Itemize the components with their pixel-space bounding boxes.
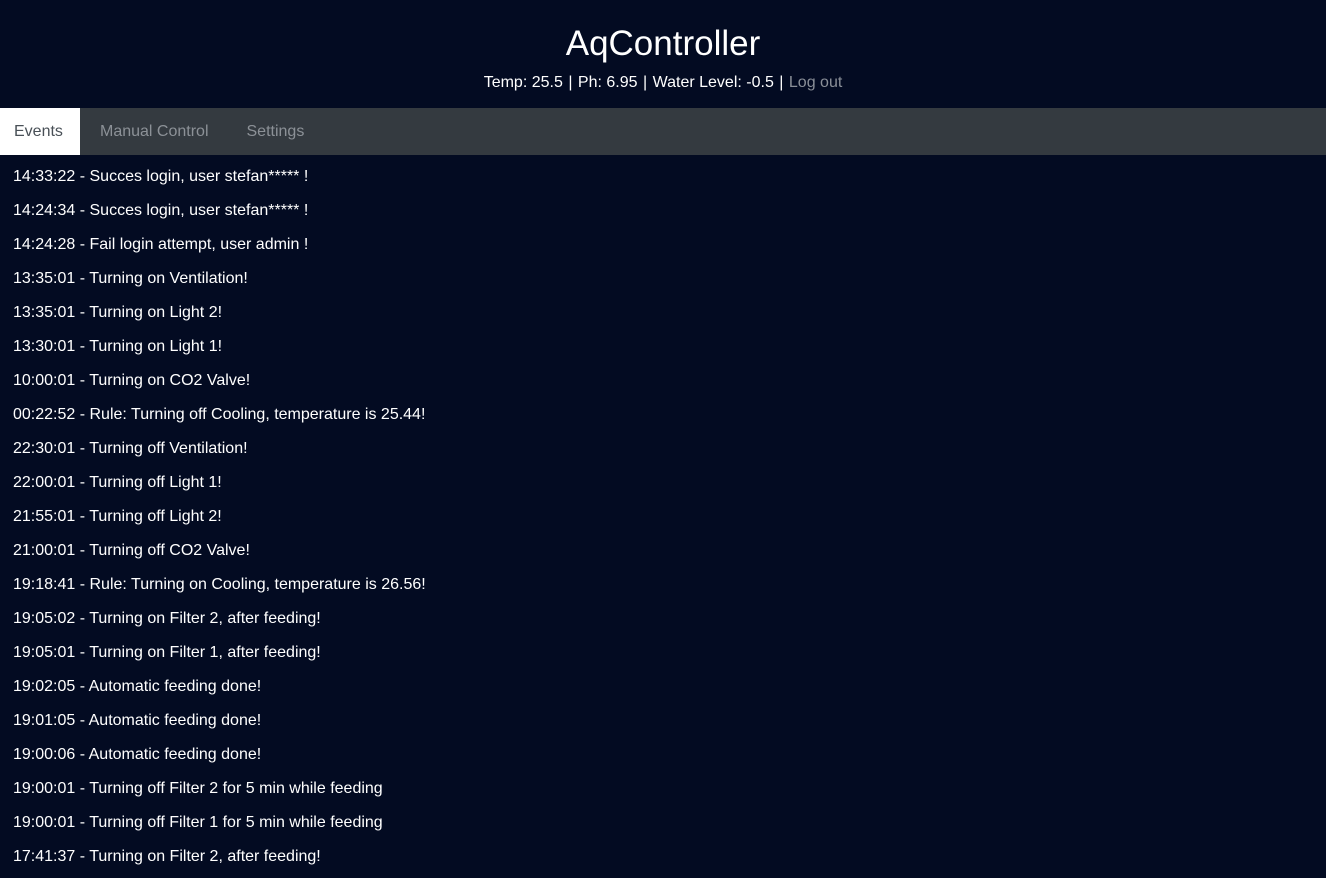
event-row: 14:24:34 - Succes login, user stefan****… xyxy=(13,202,309,219)
event-row: 14:33:22 - Succes login, user stefan****… xyxy=(13,168,309,185)
event-row: 22:00:01 - Turning off Light 1! xyxy=(13,474,222,491)
events-list: 14:33:22 - Succes login, user stefan****… xyxy=(0,160,1326,874)
app-title: AqController xyxy=(565,24,761,63)
event-row: 22:30:01 - Turning off Ventilation! xyxy=(13,440,248,457)
event-row: 19:05:02 - Turning on Filter 2, after fe… xyxy=(13,610,321,627)
tab-settings[interactable]: Settings xyxy=(228,108,324,155)
separator: | xyxy=(779,74,784,91)
event-row: 13:30:01 - Turning on Light 1! xyxy=(13,338,223,355)
event-row: 00:22:52 - Rule: Turning off Cooling, te… xyxy=(13,406,426,423)
temp-value: 25.5 xyxy=(531,74,563,91)
event-row: 19:01:05 - Automatic feeding done! xyxy=(13,712,262,729)
event-row: 19:02:05 - Automatic feeding done! xyxy=(13,678,262,695)
event-row: 14:24:28 - Fail login attempt, user admi… xyxy=(13,236,309,253)
event-row: 19:18:41 - Rule: Turning on Cooling, tem… xyxy=(13,576,426,593)
event-row: 21:00:01 - Turning off CO2 Valve! xyxy=(13,542,250,559)
tab-bar: Events Manual Control Settings xyxy=(0,108,1326,155)
event-row: 19:00:01 - Turning off Filter 2 for 5 mi… xyxy=(13,780,383,797)
water-level-value: -0.5 xyxy=(746,74,774,91)
event-row: 13:35:01 - Turning on Light 2! xyxy=(13,304,223,321)
tab-manual-control[interactable]: Manual Control xyxy=(80,108,228,155)
app-header: AqController Temp: 25.5 | Ph: 6.95 | Wat… xyxy=(0,0,1326,108)
event-row: 19:00:06 - Automatic feeding done! xyxy=(13,746,262,763)
event-row: 19:05:01 - Turning on Filter 1, after fe… xyxy=(13,644,321,661)
ph-label: Ph: xyxy=(577,74,602,91)
separator: | xyxy=(642,74,648,91)
event-row: 17:41:37 - Turning on Filter 2, after fe… xyxy=(13,848,321,865)
event-row: 21:55:01 - Turning off Light 2! xyxy=(13,508,222,525)
separator: | xyxy=(568,74,573,91)
event-row: 10:00:01 - Turning on CO2 Valve! xyxy=(13,372,251,389)
event-row: 19:00:01 - Turning off Filter 1 for 5 mi… xyxy=(13,814,383,831)
tab-events[interactable]: Events xyxy=(0,108,80,155)
event-row: 13:35:01 - Turning on Ventilation! xyxy=(13,270,248,287)
water-level-label: Water Level: xyxy=(652,74,742,91)
temp-label: Temp: xyxy=(483,74,528,91)
status-line: Temp: 25.5 | Ph: 6.95 | Water Level: -0.… xyxy=(0,73,1326,93)
ph-value: 6.95 xyxy=(606,74,638,91)
logout-link[interactable]: Log out xyxy=(789,74,842,91)
